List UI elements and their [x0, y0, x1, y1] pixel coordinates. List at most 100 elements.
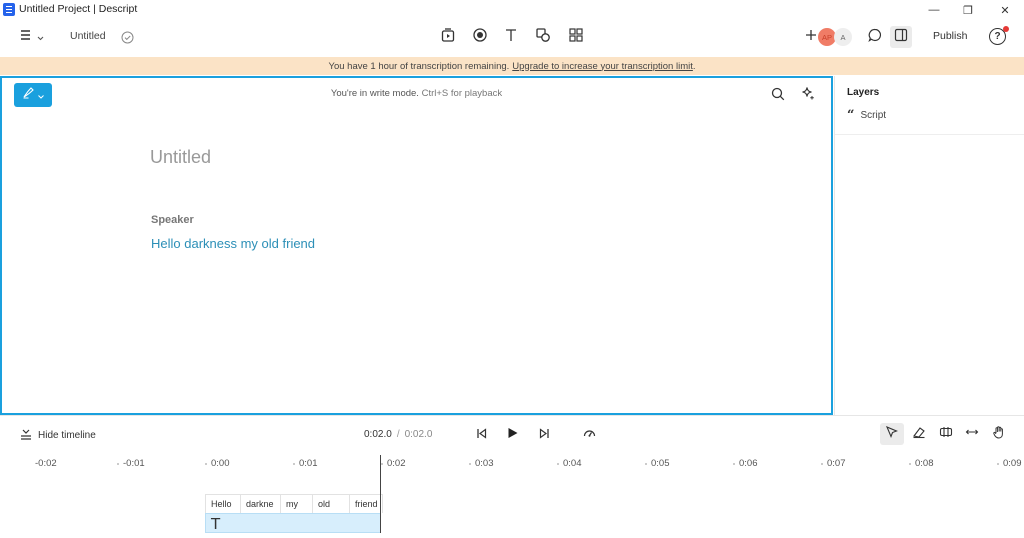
window-titlebar: Untitled Project | Descript — ❐ ✕ — [0, 0, 1024, 20]
comments-button[interactable] — [864, 26, 886, 48]
playback-speed-button[interactable] — [580, 426, 598, 444]
cursor-icon — [885, 425, 899, 444]
word-block[interactable]: old — [313, 495, 350, 513]
record-icon — [472, 27, 488, 48]
hide-timeline-button[interactable]: Hide timeline — [20, 428, 96, 443]
ai-actions-button[interactable] — [797, 86, 817, 106]
layer-item-script[interactable]: “ Script — [847, 107, 887, 123]
ruler-tick-label: -0:01 — [123, 458, 145, 469]
shapes-button[interactable] — [532, 26, 554, 48]
ruler-minor-tick — [117, 463, 119, 465]
banner-text: You have 1 hour of transcription remaini… — [328, 60, 510, 72]
elements-grid-button[interactable] — [565, 26, 587, 48]
hand-tool-button[interactable] — [987, 423, 1011, 445]
ruler-tick-label: 0:07 — [827, 458, 846, 469]
window-title: Untitled Project | Descript — [19, 3, 138, 15]
word-block[interactable]: my — [281, 495, 313, 513]
layer-item-label: Script — [860, 110, 887, 121]
maximize-button[interactable]: ❐ — [950, 0, 986, 20]
ruler-tick-label: 0:04 — [563, 458, 582, 469]
layers-title: Layers — [847, 87, 880, 98]
menu-button[interactable] — [17, 26, 47, 48]
script-editor[interactable]: You're in write mode. Ctrl+S for playbac… — [0, 76, 833, 415]
skip-forward-button[interactable] — [535, 426, 553, 444]
arrows-horizontal-icon — [965, 425, 979, 444]
quote-icon: “ — [847, 107, 855, 123]
transcription-banner: You have 1 hour of transcription remaini… — [0, 57, 1024, 75]
main-toolbar: Untitled AP A Publish ? — [0, 22, 1024, 52]
layers-panel: Layers “ Script — [834, 76, 1024, 415]
speaker-label[interactable]: Speaker — [151, 214, 194, 226]
saved-check-icon — [120, 30, 134, 44]
mode-text: You're in write mode. — [330, 88, 419, 99]
ruler-tick-label: 0:00 — [211, 458, 230, 469]
timeline-panel: Hide timeline 0:02.0 / 0:02.0 -0:02 -0:01 … — [0, 415, 1024, 538]
ruler-minor-tick — [469, 463, 471, 465]
select-tool-button[interactable] — [880, 423, 904, 445]
ruler-tick-label: 0:08 — [915, 458, 934, 469]
word-block[interactable]: Hello — [206, 495, 241, 513]
ruler-minor-tick — [381, 463, 383, 465]
skip-back-button[interactable] — [472, 426, 490, 444]
publish-button[interactable]: Publish — [933, 30, 967, 42]
sidebar-panel-icon — [893, 27, 909, 48]
mode-indicator: You're in write mode. Ctrl+S for playbac… — [2, 88, 831, 99]
sparkle-icon — [800, 86, 815, 106]
ruler-tick-label: 0:01 — [299, 458, 318, 469]
ruler-tick-label: 0:06 — [739, 458, 758, 469]
upgrade-link[interactable]: Upgrade to increase your transcription l… — [512, 61, 693, 72]
ruler-tick-label: -0:02 — [35, 458, 57, 469]
ruler-tick-label: 0:03 — [475, 458, 494, 469]
script-paragraph[interactable]: Hello darkness my old friend — [151, 236, 315, 251]
chevron-down-icon — [37, 28, 44, 46]
comment-icon — [867, 27, 883, 48]
text-track-clip[interactable]: T — [205, 513, 381, 533]
toggle-sidebar-button[interactable] — [890, 26, 912, 48]
current-time: 0:02.0 — [364, 429, 392, 440]
ruler-minor-tick — [205, 463, 207, 465]
record-button[interactable] — [469, 26, 491, 48]
hand-icon — [992, 425, 1006, 444]
blade-tool-button[interactable] — [907, 423, 931, 445]
text-icon — [503, 27, 519, 48]
trim-tool-button[interactable] — [934, 423, 958, 445]
clip-word-track[interactable]: Hello darkne my old friend — [205, 494, 383, 513]
ruler-minor-tick — [293, 463, 295, 465]
menu-icon — [20, 28, 34, 46]
ruler-tick-label: 0:02 — [387, 458, 406, 469]
mode-hint: Ctrl+S for playback — [421, 88, 503, 99]
playhead[interactable] — [380, 455, 381, 533]
ruler-tick-label: 0:09 — [1003, 458, 1022, 469]
project-name[interactable]: Untitled — [70, 30, 106, 42]
media-button[interactable] — [437, 26, 459, 48]
play-button[interactable] — [503, 426, 521, 444]
duration: 0:02.0 — [404, 429, 433, 440]
word-block[interactable]: darkne — [241, 495, 281, 513]
close-button[interactable]: ✕ — [987, 0, 1023, 20]
shapes-icon — [535, 27, 551, 48]
ruler-tick-label: 0:05 — [651, 458, 670, 469]
skip-forward-icon — [539, 426, 550, 444]
stretch-tool-button[interactable] — [960, 423, 984, 445]
ruler-minor-tick — [557, 463, 559, 465]
trim-icon — [939, 425, 953, 444]
plus-icon — [805, 28, 817, 46]
hide-timeline-label: Hide timeline — [38, 430, 96, 441]
speedometer-icon — [583, 426, 596, 444]
ruler-minor-tick — [997, 463, 999, 465]
minimize-button[interactable]: — — [916, 0, 952, 20]
text-track-icon: T — [211, 515, 221, 533]
play-icon — [507, 426, 518, 444]
word-block[interactable]: friend — [350, 495, 382, 513]
ruler-minor-tick — [733, 463, 735, 465]
search-button[interactable] — [768, 86, 788, 106]
skip-back-icon — [476, 426, 487, 444]
ruler-minor-tick — [645, 463, 647, 465]
collaborator-avatar[interactable]: A — [834, 28, 852, 46]
time-separator: / — [396, 429, 400, 440]
grid-icon — [568, 27, 584, 48]
document-title[interactable]: Untitled — [150, 147, 211, 168]
media-icon — [440, 27, 456, 48]
layers-divider — [835, 134, 1024, 135]
text-tool-button[interactable] — [500, 26, 522, 48]
